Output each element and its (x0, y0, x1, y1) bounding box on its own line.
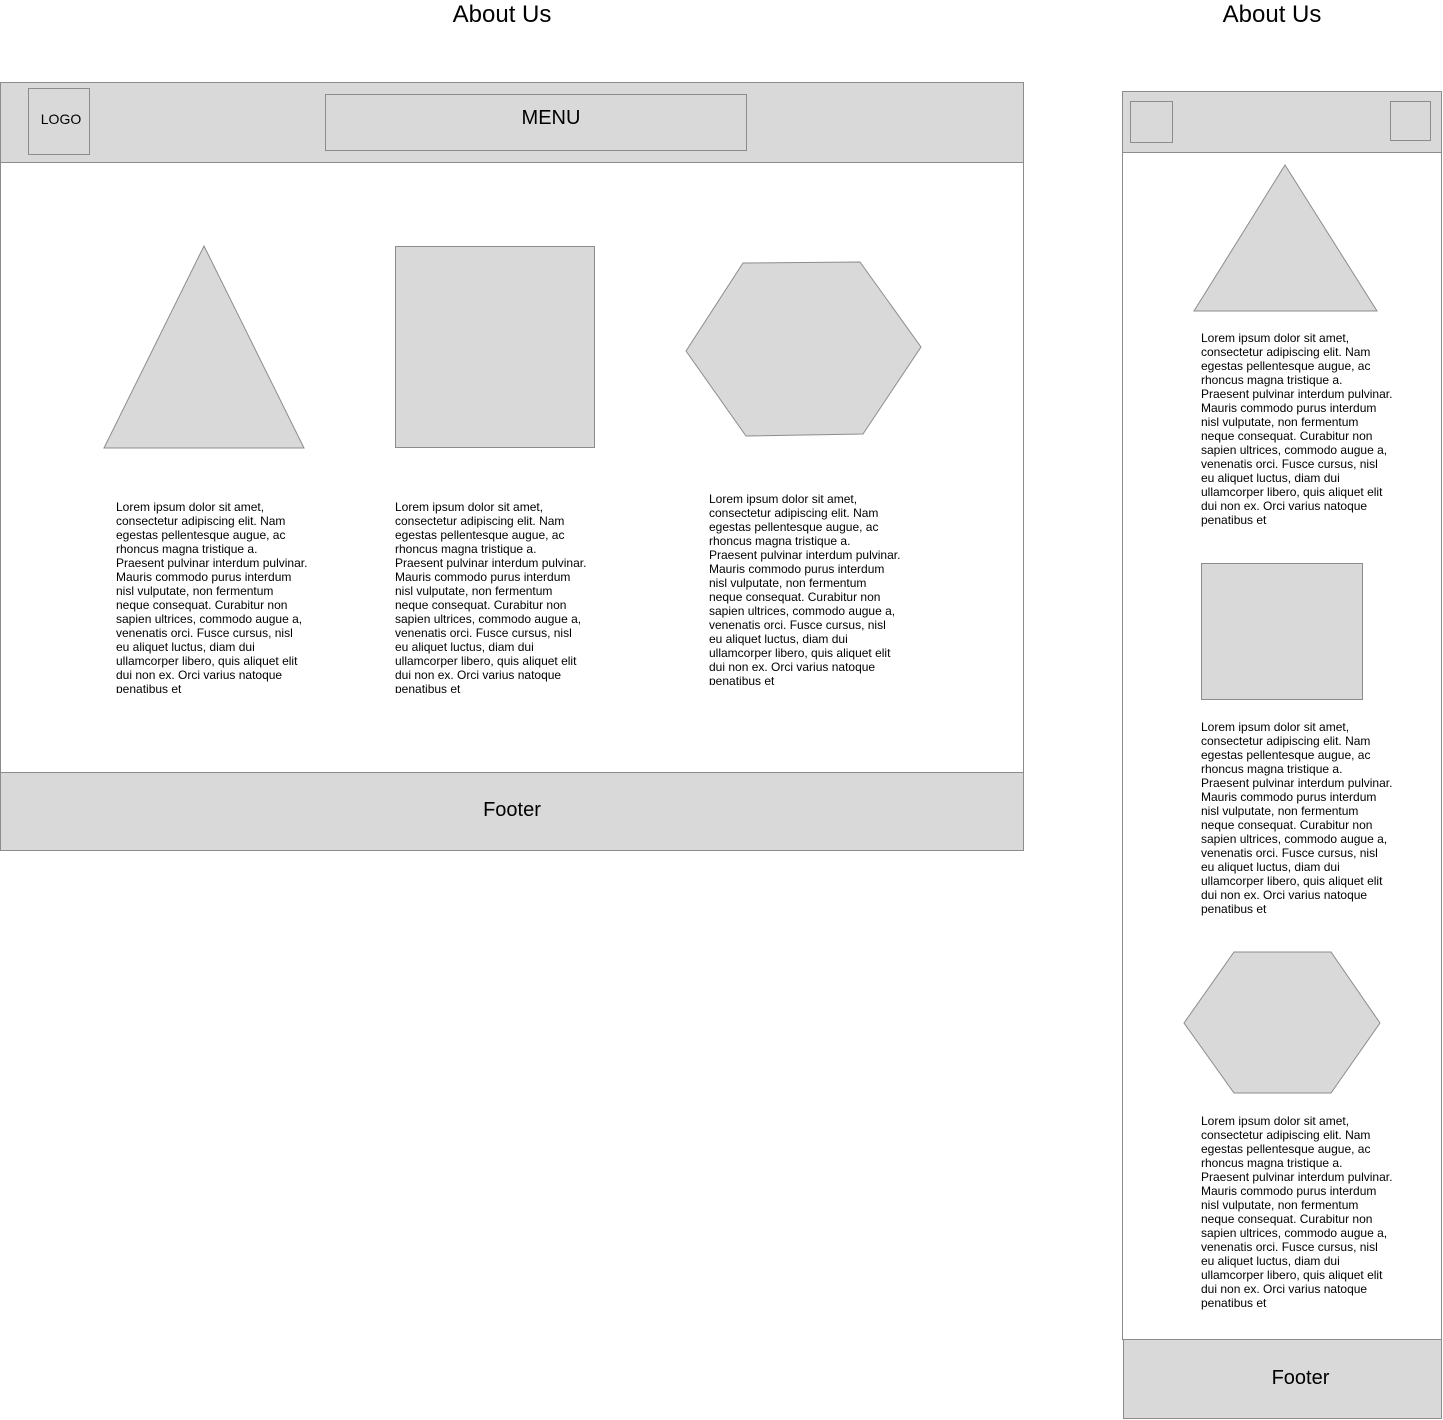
hexagon-placeholder-icon (685, 261, 922, 437)
mobile-footer: Footer (1123, 1339, 1442, 1419)
triangle-placeholder-icon (103, 244, 305, 449)
mobile-logo-icon[interactable] (1130, 101, 1173, 143)
mobile-block-text-2: Lorem ipsum dolor sit amet, consectetur … (1201, 720, 1393, 916)
desktop-page-title: About Us (452, 1, 552, 28)
mobile-square-placeholder-icon (1201, 563, 1363, 700)
mobile-page-title: About Us (1222, 1, 1322, 28)
desktop-footer-label: Footer (483, 799, 541, 821)
desktop-menu-label: MENU (521, 107, 581, 129)
mobile-hexagon-placeholder-icon (1183, 951, 1381, 1094)
desktop-menu-button[interactable]: MENU (325, 94, 747, 151)
desktop-logo-button[interactable]: LOGO (28, 88, 90, 155)
desktop-column-text-3: Lorem ipsum dolor sit amet, consectetur … (709, 492, 901, 685)
desktop-column-text-1: Lorem ipsum dolor sit amet, consectetur … (116, 500, 308, 693)
mobile-block-text-1: Lorem ipsum dolor sit amet, consectetur … (1201, 331, 1393, 527)
mobile-footer-label: Footer (1271, 1366, 1330, 1389)
desktop-logo-label: LOGO (40, 110, 82, 127)
mobile-block-text-3: Lorem ipsum dolor sit amet, consectetur … (1201, 1114, 1393, 1310)
square-placeholder-icon (395, 246, 595, 448)
desktop-footer: Footer (0, 772, 1024, 851)
desktop-column-text-2: Lorem ipsum dolor sit amet, consectetur … (395, 500, 587, 693)
mobile-triangle-placeholder-icon (1193, 164, 1378, 312)
mobile-menu-icon[interactable] (1390, 101, 1431, 141)
